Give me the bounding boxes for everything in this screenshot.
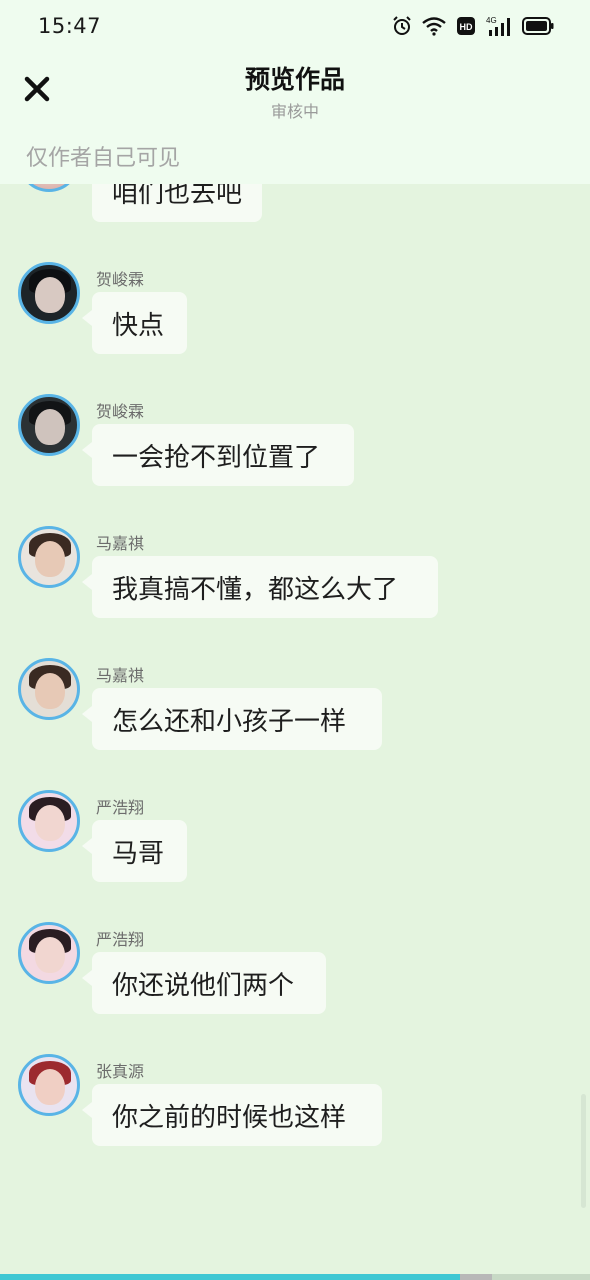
avatar[interactable] [18,922,80,984]
message-bubble[interactable]: 你之前的时候也这样 [82,1084,382,1146]
message-text: 怎么还和小孩子一样 [112,706,347,737]
sender-name: 严浩翔 [96,930,145,949]
battery-icon [522,17,554,35]
avatar[interactable] [18,658,80,720]
message-text: 我真搞不懂，都这么大了 [112,574,399,605]
sender-name: 严浩翔 [96,798,145,817]
list-item: 张真源 你之前的时候也这样 [0,1054,590,1154]
progress-thumb [460,1274,493,1280]
alarm-icon [392,16,412,36]
list-item: 贺峻霖 快点 [0,262,590,362]
message-text: 你还说他们两个 [112,970,295,1001]
hd-label: HD [460,22,473,32]
message-bubble[interactable]: 一会抢不到位置了 [82,424,354,486]
sender-name: 张真源 [96,1062,145,1081]
avatar[interactable] [18,1054,80,1116]
message-bubble[interactable]: 怎么还和小孩子一样 [82,688,382,750]
avatar[interactable] [18,262,80,324]
hd-icon: HD [456,16,476,36]
review-status: 审核中 [270,102,319,121]
message-text: 一会抢不到位置了 [112,442,321,473]
message-bubble[interactable]: 你还说他们两个 [82,952,326,1014]
visibility-note: 仅作者自己可见 [26,146,181,171]
message-bubble[interactable]: 快点 [82,292,187,354]
message-text: 你之前的时候也这样 [112,1102,347,1133]
list-item: 马嘉祺 我真搞不懂，都这么大了 [0,526,590,626]
list-item: 贺峻霖 一会抢不到位置了 [0,394,590,494]
signal-4g-icon: 4G [486,15,512,37]
list-item: 马嘉祺 怎么还和小孩子一样 [0,658,590,758]
wifi-icon [422,16,446,36]
sender-name: 贺峻霖 [96,270,145,289]
status-time: 15:47 [38,14,102,38]
network-label: 4G [486,16,497,25]
chat-list[interactable]: 咱们也去吧 贺峻霖 快点 贺峻霖 一会抢不到位置了 马嘉祺 我真搞不懂，都这么大… [0,0,590,1280]
message-text: 马哥 [112,838,165,869]
sender-name: 马嘉祺 [96,666,145,685]
app-header: 15:47 HD 4G 预览作品 审核中 仅作者自己可见 [0,0,590,184]
message-bubble[interactable]: 我真搞不懂，都这么大了 [82,556,438,618]
avatar[interactable] [18,526,80,588]
avatar[interactable] [18,790,80,852]
sender-name: 贺峻霖 [96,402,145,421]
avatar[interactable] [18,394,80,456]
status-icons: HD 4G [392,14,554,38]
message-bubble[interactable]: 马哥 [82,820,187,882]
sender-name: 马嘉祺 [96,534,145,553]
list-item: 严浩翔 你还说他们两个 [0,922,590,1022]
message-text: 快点 [112,310,165,341]
list-item: 严浩翔 马哥 [0,790,590,890]
status-bar: 15:47 HD 4G [0,0,590,52]
progress-fill [0,1274,461,1280]
scrollbar[interactable] [581,1094,586,1208]
page-title: 预览作品 [244,65,345,94]
progress-bar [0,1274,590,1280]
